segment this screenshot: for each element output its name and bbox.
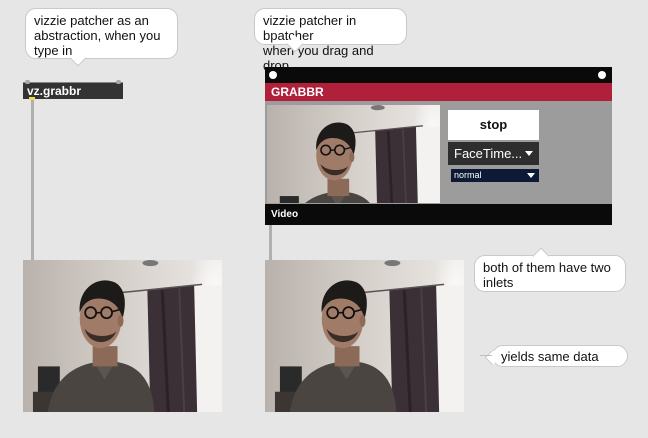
mode-menu-value: normal [454, 170, 482, 180]
object-inlet-left[interactable] [25, 80, 30, 84]
vz-grabbr-object[interactable]: vz.grabbr [23, 80, 123, 100]
object-inlet-right[interactable] [116, 80, 121, 84]
circle-icon[interactable] [598, 71, 606, 79]
stop-button[interactable]: stop [448, 110, 539, 140]
bpatcher-preview [267, 105, 440, 203]
circle-icon[interactable] [269, 71, 277, 79]
chevron-down-icon [527, 173, 535, 178]
comment-connector-line [480, 355, 492, 356]
device-menu[interactable]: FaceTime... [448, 142, 539, 165]
comment-two-inlets: both of them have two inlets [474, 255, 626, 292]
patch-cord-left[interactable] [31, 100, 34, 260]
object-label: vz.grabbr [27, 84, 82, 98]
bpatcher-top-bar [265, 67, 612, 83]
comment-same-data: yields same data [492, 345, 628, 367]
bpatcher-title: GRABBR [265, 83, 612, 101]
device-menu-value: FaceTime... [454, 146, 523, 161]
video-output-abstraction [23, 260, 222, 412]
video-output-bpatcher [265, 260, 464, 412]
grabbr-bpatcher[interactable]: GRABBR stop FaceTime... normal Video [265, 67, 612, 225]
chevron-down-icon [525, 151, 533, 156]
comment-bpatcher: vizzie patcher in bpatcher when you drag… [254, 8, 407, 73]
comment-abstraction: vizzie patcher as an abstraction, when y… [25, 8, 178, 59]
bpatcher-footer: Video [265, 204, 612, 225]
mode-menu[interactable]: normal [451, 169, 539, 182]
patch-cord-right[interactable] [269, 225, 272, 260]
